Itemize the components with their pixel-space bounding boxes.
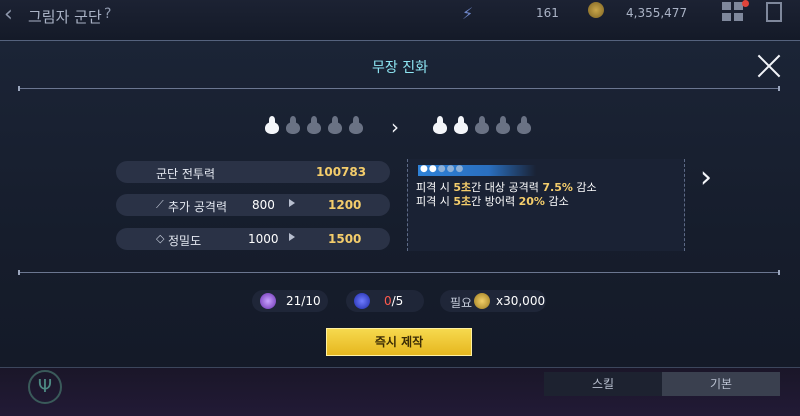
blue-orb-icon <box>354 293 370 309</box>
star-icon <box>306 116 322 134</box>
gold-cost: 필요 x30,000 <box>440 290 546 312</box>
stat-next-value: 100783 <box>316 165 367 179</box>
screen-title: 그림자 군단 <box>28 8 102 26</box>
stat-row-precision: ◇ 정밀도 1000 1500 <box>116 228 390 250</box>
tab-skill[interactable]: 스킬 <box>544 372 662 396</box>
instant-craft-button[interactable]: 즉시 제작 <box>326 328 472 356</box>
star-icon <box>327 116 343 134</box>
top-divider <box>18 86 780 91</box>
drop-icon: ● <box>428 164 438 174</box>
drop-icon: ● <box>420 164 429 174</box>
star-icon <box>264 116 280 134</box>
stat-row-attack: ⟋ 추가 공격력 800 1200 <box>116 194 390 216</box>
star-icon <box>432 116 448 134</box>
skill-level-drops: ●●●●● <box>420 164 464 174</box>
drop-icon: ● <box>455 164 465 174</box>
material-2-count: 0/5 <box>384 294 404 308</box>
exit-door-icon[interactable] <box>766 2 782 22</box>
star-icon <box>474 116 490 134</box>
arrow-right-icon <box>289 199 295 207</box>
stat-label: 군단 전투력 <box>156 167 216 181</box>
arrow-right-icon <box>289 233 295 241</box>
material-1-count: 21/10 <box>286 294 321 308</box>
skill-effect-panel: ●●●●● 피격 시 5초간 대상 공격력 7.5% 감소 피격 시 5초간 방… <box>407 159 685 251</box>
back-arrow-icon[interactable]: ‹ <box>4 4 13 26</box>
gold-coin-icon <box>474 293 490 309</box>
close-button[interactable] <box>756 53 782 79</box>
bottom-divider <box>18 270 780 275</box>
notification-dot <box>742 0 749 7</box>
skill-effect-line-2: 피격 시 5초간 방어력 20% 감소 <box>416 195 569 208</box>
star-icon <box>348 116 364 134</box>
cost-label: 필요 <box>450 296 473 310</box>
energy-count: 161 <box>536 6 559 20</box>
emblem-icon[interactable]: Ψ <box>28 370 62 404</box>
gold-coin-icon <box>588 2 604 18</box>
gold-amount: 4,355,477 <box>626 6 688 20</box>
star-icon <box>516 116 532 134</box>
help-icon[interactable]: ? <box>104 6 111 22</box>
modal-title: 무장 진화 <box>372 60 428 76</box>
top-bar: ‹ 그림자 군단 ? ⚡ 161 4,355,477 <box>0 0 800 40</box>
stat-current-value: 800 <box>252 198 275 212</box>
cost-amount: x30,000 <box>496 294 546 308</box>
star-icon <box>453 116 469 134</box>
star-icon <box>495 116 511 134</box>
purple-gem-icon <box>260 293 276 309</box>
drop-icon: ● <box>437 164 447 174</box>
tab-basic[interactable]: 기본 <box>662 372 780 396</box>
stat-current-value: 1000 <box>248 232 279 246</box>
stat-label: 추가 공격력 <box>168 200 228 214</box>
evolution-modal: 무장 진화 › 군단 전투력 100783 ⟋ 추가 공격력 800 1200 … <box>0 40 800 368</box>
diamond-icon: ◇ <box>156 232 165 245</box>
next-chevron-button[interactable]: › <box>700 161 724 195</box>
stat-row-power: 군단 전투력 100783 <box>116 161 390 183</box>
chevron-right-icon: › <box>391 115 399 139</box>
stat-next-value: 1200 <box>328 198 362 212</box>
material-2: 0/5 <box>346 290 424 312</box>
energy-icon: ⚡ <box>462 4 474 23</box>
stat-next-value: 1500 <box>328 232 362 246</box>
sword-icon: ⟋ <box>156 198 164 211</box>
material-1: 21/10 <box>252 290 328 312</box>
star-icon <box>285 116 301 134</box>
stat-label: 정밀도 <box>168 234 202 248</box>
menu-grid-icon[interactable] <box>722 2 744 22</box>
